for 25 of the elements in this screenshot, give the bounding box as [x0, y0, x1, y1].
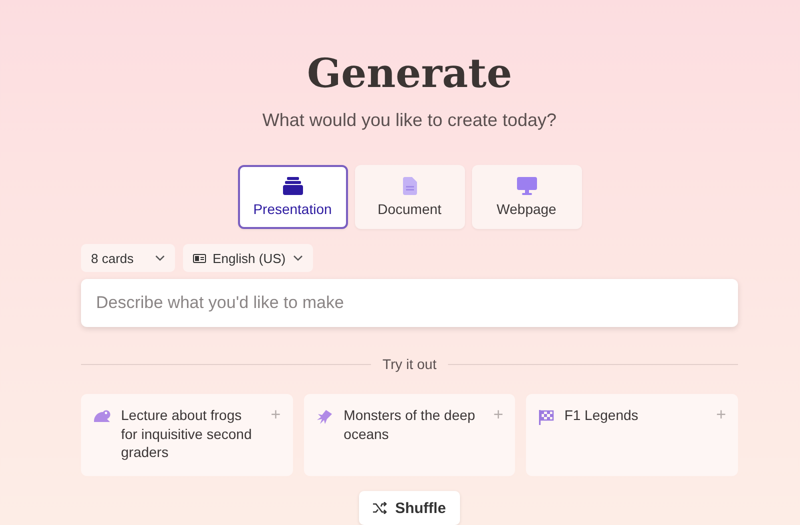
page-title: Generate	[306, 50, 512, 98]
monitor-icon	[516, 177, 536, 195]
stack-icon	[282, 177, 302, 195]
divider-label: Try it out	[382, 356, 436, 372]
example-card[interactable]: F1 Legends +	[526, 394, 738, 476]
prompt-field[interactable]: Describe what you'd like to make	[81, 279, 738, 327]
shuffle-button[interactable]: Shuffle	[359, 491, 460, 525]
frog-icon	[93, 409, 111, 423]
shuffle-icon	[373, 502, 388, 514]
translate-icon	[192, 254, 206, 262]
type-tab[interactable]: Webpage	[472, 165, 582, 229]
example-card[interactable]: Lecture about frogs for inquisitive second graders +	[81, 394, 293, 476]
page-subtitle: What would you like to create today?	[262, 110, 557, 131]
example-text: Monsters of the deep oceans	[344, 406, 476, 443]
example-text: F1 Legends	[564, 406, 640, 424]
type-tab[interactable]: Document	[354, 165, 464, 229]
language-dropdown[interactable]: English (US)	[182, 244, 313, 272]
example-text: Lecture about frogs for inquisitive second graders	[121, 406, 253, 462]
type-tab[interactable]: Presentation	[238, 165, 348, 229]
chevron-down-icon	[154, 255, 165, 261]
document-icon	[402, 177, 416, 195]
chevron-down-icon	[292, 255, 303, 261]
example-card[interactable]: Monsters of the deep oceans +	[304, 394, 516, 476]
card-count-dropdown[interactable]: 8 cards	[81, 244, 175, 272]
checkered-flag-icon	[538, 409, 554, 425]
